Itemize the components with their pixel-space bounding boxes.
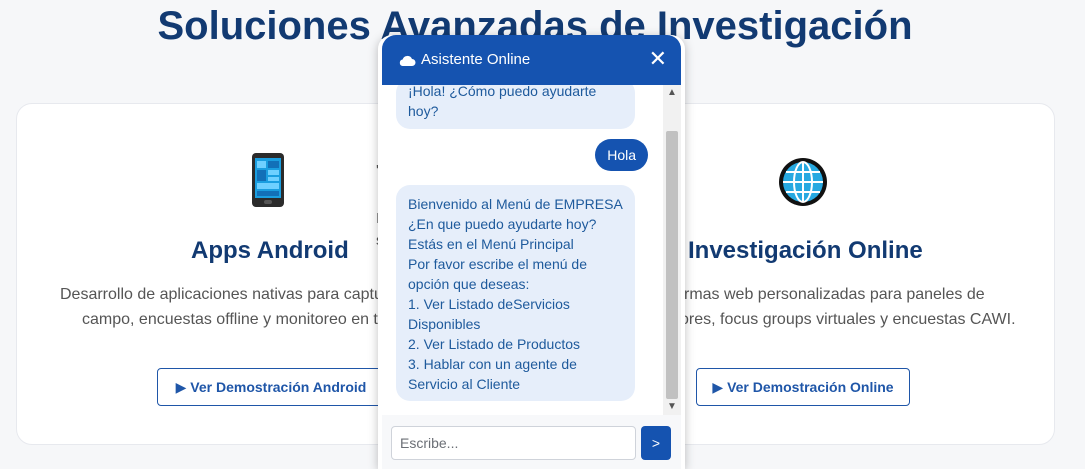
card-title: Investigación Online — [688, 237, 923, 264]
card-description-line: campo, encuestas offline y monitoreo en … — [82, 311, 378, 328]
user-message: Hola — [595, 139, 648, 171]
globe-icon — [777, 156, 829, 213]
cloud-icon — [398, 54, 416, 72]
message-line: 1. Ver Listado deServicios — [408, 296, 570, 312]
message-line: 3. Hablar con un agente de — [408, 356, 577, 372]
message-line: ¡Hola! ¿Cómo puedo ayudarte — [408, 85, 597, 99]
scroll-up-icon[interactable]: ▲ — [663, 85, 681, 101]
chat-footer: > — [382, 415, 681, 469]
scroll-thumb[interactable] — [666, 131, 678, 399]
mobile-phone-icon — [251, 152, 285, 213]
demo-android-button[interactable]: ▶ Ver Demostración Android — [157, 368, 385, 406]
message-line: ¿En que puedo ayudarte hoy? — [408, 216, 597, 232]
card-description: Desarrollo de aplicaciones nativas para … — [60, 282, 383, 332]
chat-header: Asistente Online ✕ — [382, 35, 681, 85]
message-line: 2. Ver Listado de Productos — [408, 336, 580, 352]
card-description: rmas web personalizadas para paneles de … — [680, 282, 1016, 332]
message-line: Servicio al Cliente — [408, 376, 521, 392]
send-button[interactable]: > — [641, 426, 671, 460]
card-description-line: Desarrollo de aplicaciones nativas para … — [60, 286, 383, 303]
chat-scrollbar[interactable]: ▲ ▼ — [663, 85, 681, 415]
chat-widget: Asistente Online ✕ ¡Hola! ¿Cómo puedo ay… — [378, 35, 685, 469]
message-line: Por favor escribe el menú de — [408, 256, 587, 272]
card-title: Apps Android — [191, 237, 349, 264]
chat-title: Asistente Online — [421, 51, 531, 68]
chat-messages[interactable]: ¡Hola! ¿Cómo puedo ayudarte hoy? Hola Bi… — [382, 85, 681, 415]
close-icon[interactable]: ✕ — [649, 48, 667, 70]
message-line: hoy? — [408, 103, 439, 119]
bot-message: Bienvenido al Menú de EMPRESA ¿En que pu… — [396, 185, 635, 401]
message-line: Bienvenido al Menú de EMPRESA — [408, 196, 623, 212]
message-line: opción que deseas: — [408, 276, 530, 292]
message-line: Disponibles — [408, 316, 481, 332]
message-line: Estás en el Menú Principal — [408, 236, 574, 252]
bot-message: ¡Hola! ¿Cómo puedo ayudarte hoy? — [396, 85, 635, 129]
demo-online-button[interactable]: ▶ Ver Demostración Online — [696, 368, 910, 406]
chat-message-input[interactable] — [391, 426, 636, 460]
card-description-line: ores, focus groups virtuales y encuestas… — [680, 311, 1016, 328]
scroll-down-icon[interactable]: ▼ — [663, 399, 681, 415]
card-description-line: rmas web personalizadas para paneles de — [684, 286, 985, 303]
